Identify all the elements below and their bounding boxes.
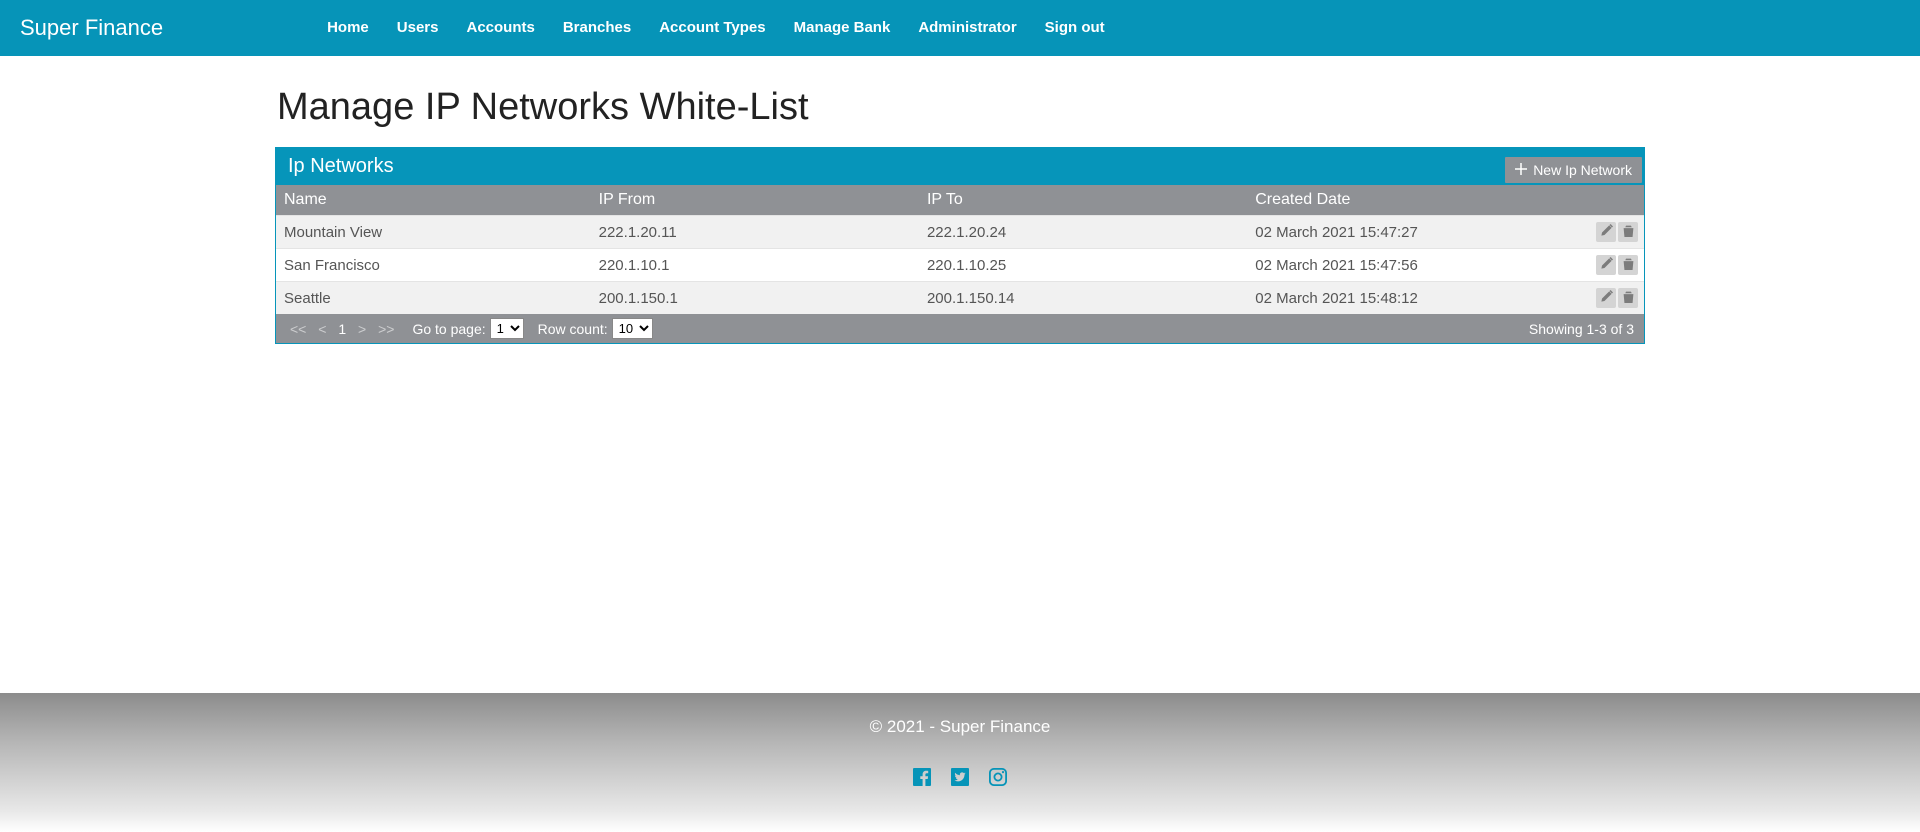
pager-next[interactable]: >	[354, 321, 370, 337]
instagram-icon	[986, 765, 1010, 792]
edit-icon	[1600, 224, 1613, 241]
table-header-row: Name IP From IP To Created Date	[276, 185, 1644, 216]
nav-administrator[interactable]: Administrator	[904, 0, 1030, 56]
nav-home[interactable]: Home	[313, 0, 383, 56]
pager-prev[interactable]: <	[314, 321, 330, 337]
nav-account-types[interactable]: Account Types	[645, 0, 779, 56]
social-links	[0, 765, 1920, 792]
trash-icon	[1622, 257, 1635, 274]
new-ip-network-label: New Ip Network	[1533, 162, 1632, 178]
page-content: Manage IP Networks White-List Ip Network…	[275, 56, 1645, 693]
pager-first[interactable]: <<	[286, 321, 310, 337]
cell-created: 02 March 2021 15:47:27	[1247, 216, 1562, 249]
new-ip-network-button[interactable]: New Ip Network	[1505, 157, 1642, 183]
table-row[interactable]: San Francisco220.1.10.1220.1.10.2502 Mar…	[276, 249, 1644, 282]
page-title: Manage IP Networks White-List	[275, 86, 1645, 129]
top-navbar: Super Finance Home Users Accounts Branch…	[0, 0, 1920, 56]
nav-manage-bank[interactable]: Manage Bank	[780, 0, 905, 56]
twitter-link[interactable]	[948, 765, 972, 792]
edit-button[interactable]	[1596, 222, 1616, 242]
nav-sign-out[interactable]: Sign out	[1031, 0, 1119, 56]
cell-ipto: 220.1.10.25	[919, 249, 1247, 282]
trash-icon	[1622, 224, 1635, 241]
delete-button[interactable]	[1618, 288, 1638, 308]
twitter-icon	[948, 765, 972, 792]
row-count-label: Row count:	[538, 321, 608, 337]
row-count-select[interactable]: 10	[612, 318, 653, 339]
edit-icon	[1600, 290, 1613, 307]
nav-links: Home Users Accounts Branches Account Typ…	[313, 0, 1119, 56]
panel-header-label: Ip Networks	[288, 155, 394, 177]
ip-networks-table: Name IP From IP To Created Date Mountain…	[276, 185, 1644, 314]
delete-button[interactable]	[1618, 222, 1638, 242]
brand[interactable]: Super Finance	[20, 15, 203, 41]
facebook-link[interactable]	[910, 765, 934, 792]
nav-users[interactable]: Users	[383, 0, 453, 56]
cell-actions	[1562, 282, 1644, 315]
table-row[interactable]: Seattle200.1.150.1200.1.150.1402 March 2…	[276, 282, 1644, 315]
nav-accounts[interactable]: Accounts	[452, 0, 548, 56]
col-name[interactable]: Name	[276, 185, 591, 216]
panel-header: Ip Networks New Ip Network	[276, 148, 1644, 185]
col-ipfrom[interactable]: IP From	[591, 185, 919, 216]
table-row[interactable]: Mountain View222.1.20.11222.1.20.2402 Ma…	[276, 216, 1644, 249]
goto-page-label: Go to page:	[412, 321, 485, 337]
cell-actions	[1562, 216, 1644, 249]
footer-copyright: © 2021 - Super Finance	[0, 717, 1920, 737]
cell-name: Mountain View	[276, 216, 591, 249]
cell-ipto: 200.1.150.14	[919, 282, 1247, 315]
pager-current-page: 1	[334, 321, 350, 337]
delete-button[interactable]	[1618, 255, 1638, 275]
cell-ipfrom: 222.1.20.11	[591, 216, 919, 249]
pager-showing: Showing 1-3 of 3	[1529, 321, 1634, 337]
edit-button[interactable]	[1596, 255, 1616, 275]
plus-icon	[1515, 162, 1527, 178]
cell-ipfrom: 220.1.10.1	[591, 249, 919, 282]
nav-branches[interactable]: Branches	[549, 0, 645, 56]
cell-created: 02 March 2021 15:48:12	[1247, 282, 1562, 315]
goto-page-select[interactable]: 1	[490, 318, 524, 339]
ip-networks-panel: Ip Networks New Ip Network Name IP From …	[275, 147, 1645, 344]
cell-name: Seattle	[276, 282, 591, 315]
instagram-link[interactable]	[986, 765, 1010, 792]
cell-actions	[1562, 249, 1644, 282]
col-created[interactable]: Created Date	[1247, 185, 1562, 216]
cell-ipfrom: 200.1.150.1	[591, 282, 919, 315]
page-footer: © 2021 - Super Finance	[0, 693, 1920, 832]
table-pager: << < 1 > >> Go to page: 1 Row count: 10 …	[276, 314, 1644, 343]
cell-name: San Francisco	[276, 249, 591, 282]
pager-last[interactable]: >>	[374, 321, 398, 337]
edit-button[interactable]	[1596, 288, 1616, 308]
col-actions	[1562, 185, 1644, 216]
facebook-icon	[910, 765, 934, 792]
trash-icon	[1622, 290, 1635, 307]
cell-ipto: 222.1.20.24	[919, 216, 1247, 249]
cell-created: 02 March 2021 15:47:56	[1247, 249, 1562, 282]
col-ipto[interactable]: IP To	[919, 185, 1247, 216]
edit-icon	[1600, 257, 1613, 274]
